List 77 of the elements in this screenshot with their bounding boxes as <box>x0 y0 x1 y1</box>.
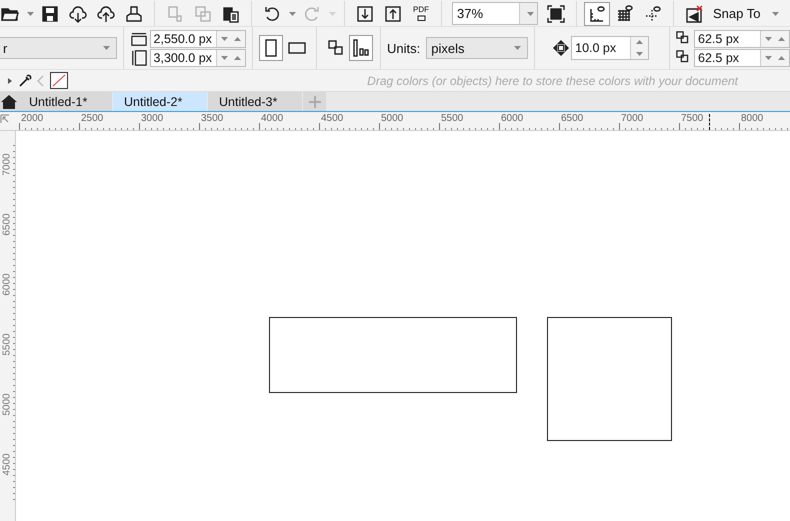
full-screen-icon <box>547 4 565 22</box>
page-height-field[interactable]: 3,300.0 px <box>150 48 246 66</box>
current-page-icon <box>352 39 370 57</box>
duplicate-y-field[interactable]: 62.5 px <box>694 48 790 66</box>
ruler-label: 2000 <box>21 113 44 124</box>
page-height-icon <box>130 50 148 66</box>
caret-icon <box>636 40 644 44</box>
nudge-field[interactable]: 10.0 px <box>571 36 650 60</box>
dropdown-value: r <box>3 40 8 56</box>
ruler-label: 8000 <box>741 113 764 124</box>
palette-hint: Drag colors (or objects) here to store these colors with your document <box>367 74 738 88</box>
plus-icon <box>308 96 320 108</box>
snap-to-button[interactable]: Snap To <box>708 2 784 26</box>
dropdown-arrow-button[interactable] <box>24 12 36 16</box>
units-label: Units: <box>386 40 420 56</box>
document-tab[interactable]: Untitled-3* <box>208 92 303 111</box>
ruler-label: 6500 <box>561 113 584 124</box>
snap-guides-icon <box>644 4 662 22</box>
copy-icon <box>194 4 212 22</box>
caret-icon <box>328 12 336 16</box>
clipboard-icon <box>222 4 240 22</box>
ruler-label: 6000 <box>501 113 524 124</box>
play-arrow-icon[interactable] <box>6 76 14 86</box>
printer-icon <box>125 4 143 22</box>
page-width-icon <box>130 30 148 46</box>
duplicate-x-field[interactable]: 62.5 px <box>694 30 790 48</box>
snap-grid-icon <box>616 4 634 22</box>
caret-icon <box>288 12 296 16</box>
all-pages-icon <box>326 39 345 57</box>
caret-icon <box>527 12 534 16</box>
cloud-upload-icon <box>97 4 115 22</box>
nudge-icon <box>553 40 570 56</box>
import-icon <box>356 4 374 22</box>
no-color-swatch[interactable] <box>50 72 68 89</box>
document-tab[interactable]: Untitled-1* <box>18 92 113 111</box>
copy-icon <box>166 4 184 22</box>
zoom-dropdown[interactable]: 37% <box>452 2 538 25</box>
units-dropdown[interactable]: pixels <box>426 37 528 59</box>
ruler-label: 7000 <box>2 153 13 176</box>
pdf-label: PDF <box>413 6 429 14</box>
eyedropper-icon <box>18 74 32 88</box>
ruler-label: 7500 <box>681 113 704 124</box>
export-icon <box>384 4 402 22</box>
ruler-label: 2500 <box>81 113 104 124</box>
ruler-origin-icon[interactable] <box>0 114 10 124</box>
caret-icon <box>514 46 522 50</box>
ruler-label: 6500 <box>2 213 13 236</box>
page-width-field[interactable]: 2,550.0 px <box>150 30 246 48</box>
home-icon[interactable] <box>1 94 17 108</box>
caret-icon <box>636 52 644 56</box>
ruler-label: 5500 <box>441 113 464 124</box>
snap-rulers-button[interactable] <box>584 2 610 26</box>
ruler-label: 7000 <box>621 113 644 124</box>
undo-icon <box>263 4 281 22</box>
document-tab[interactable]: Untitled-2* <box>113 92 208 111</box>
ruler-label: 3000 <box>141 113 164 124</box>
cloud-download-icon <box>69 4 87 22</box>
ruler-label: 5500 <box>2 333 13 356</box>
pdf-button[interactable]: PDF <box>408 2 434 26</box>
ruler-label: 5000 <box>2 393 13 416</box>
caret-icon <box>102 46 110 50</box>
portrait-button[interactable] <box>259 35 284 61</box>
ruler-label: 4500 <box>2 453 13 476</box>
snap-off-icon <box>685 4 703 22</box>
dropdown-arrow-button[interactable] <box>286 12 298 16</box>
snap-rulers-icon <box>588 4 606 22</box>
current-page-button[interactable] <box>349 35 374 61</box>
caret-icon <box>772 12 780 16</box>
ruler-label: 6000 <box>2 273 13 296</box>
ruler-label: 4500 <box>321 113 344 124</box>
ruler-label: 4000 <box>261 113 284 124</box>
preset-dropdown[interactable]: r <box>0 37 117 59</box>
ruler-label: 5000 <box>381 113 404 124</box>
ruler-label: 3500 <box>201 113 224 124</box>
redo-icon <box>303 4 321 22</box>
caret-icon <box>26 12 34 16</box>
lock-icon <box>416 14 426 21</box>
